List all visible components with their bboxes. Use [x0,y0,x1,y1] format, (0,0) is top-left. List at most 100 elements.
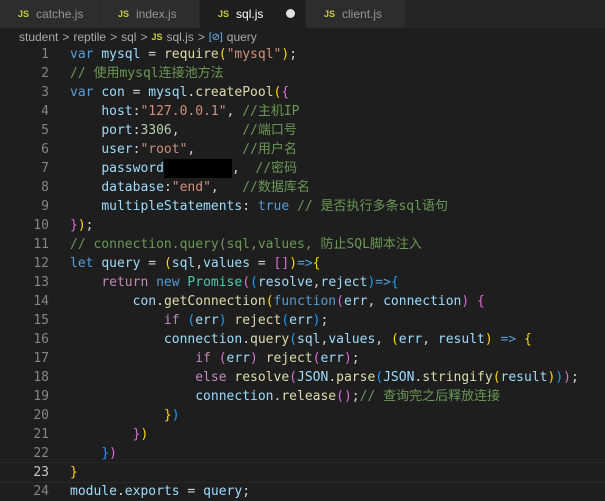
code-token: , [187,142,243,157]
chevron-right-icon: > [62,30,70,44]
code-token: => [500,332,517,347]
code-token: "end" [171,180,211,195]
code-token: ) [289,256,298,271]
code-token: result [500,370,548,385]
code-token: . [328,370,337,385]
code-line: 13 return new Promise((resolve,reject)=>… [0,273,605,292]
code-token: => [375,275,391,290]
code-token: ) [343,351,352,366]
code-line: 8 database:"end", //数据库名 [0,178,605,197]
code-token: { [524,332,532,347]
code-token: ( [242,275,251,290]
code-token: ; [570,370,579,385]
line-number: 8 [41,180,49,195]
line-number: 9 [41,199,49,214]
code-token: user [101,142,133,157]
code-text: port:3306, //端口号 [70,121,297,140]
code-token: err [226,351,251,366]
code-token: var [70,47,102,62]
code-token: ; [351,389,360,404]
code-token: port [101,123,133,138]
code-token: => [297,256,313,271]
breadcrumb-student[interactable]: student [19,30,58,44]
code-token: . [156,294,164,309]
code-token: } [101,446,110,461]
code-token: //用户名 [242,142,297,157]
code-token: values [328,332,376,347]
code-text: password, //密码 [70,159,297,178]
tab-client-js[interactable]: JS client.js [306,0,405,28]
breadcrumb-sql[interactable]: sql [121,30,136,44]
code-token: , [171,123,243,138]
code-text: connection.query(sql,values, (err, resul… [70,330,532,349]
code-token: reject [320,275,368,290]
code-text: con.getConnection(function(err, connecti… [70,292,485,311]
line-number: 16 [33,332,49,347]
code-token: // 使用mysql连接池方法 [70,66,224,81]
code-token: function [273,294,337,309]
code-line: 6 user:"root", //用户名 [0,140,605,159]
code-text: } [70,463,78,482]
tab-sql-js[interactable]: JS sql.js [200,0,305,28]
code-token: err [195,313,219,328]
code-token: return [101,275,157,290]
code-token: connection [383,294,462,309]
code-text: var con = mysql.createPool({ [70,83,289,102]
tab-catche-js[interactable]: JS catche.js [0,0,99,28]
code-token: ) [140,427,149,442]
code-token: "root" [140,142,188,157]
code-token: ( [265,294,274,309]
code-text: connection.release();// 查询完之后释放连接 [70,387,500,406]
code-token: ( [492,370,501,385]
code-token: connection [163,332,243,347]
line-number: 12 [33,256,49,271]
code-token: mysql [148,85,188,100]
code-line: 9 multipleStatements: true // 是否执行多条sql语… [0,197,605,216]
breadcrumb: student > reptile > sql > JS sql.js > [⊘] qu… [0,28,605,46]
code-token: exports [124,484,180,499]
breadcrumb-reptile[interactable]: reptile [73,30,106,44]
code-token: , [312,275,321,290]
code-text: }); [70,216,93,235]
line-number: 24 [33,484,49,499]
code-line: 11 // connection.query(sql,values, 防止SQL脚… [0,235,605,254]
line-number: 10 [33,218,49,233]
code-line: 21 }) [0,425,605,444]
code-token: ) [250,351,258,366]
breadcrumb-file[interactable]: sql.js [166,30,193,44]
tab-index-js[interactable]: JS index.js [100,0,199,28]
code-line: 18 else resolve(JSON.parse(JSON.stringif… [0,368,605,387]
chevron-right-icon: > [140,30,148,44]
code-token: [] [273,256,290,271]
code-token: ( [218,47,227,62]
code-token: ) [281,47,290,62]
unsaved-dot-icon[interactable] [286,9,295,18]
code-token: ) [484,332,493,347]
code-line: 14 con.getConnection(function(err, conne… [0,292,605,311]
code-text: // connection.query(sql,values, 防止SQL脚本注… [70,235,422,254]
js-icon: JS [151,32,163,42]
code-token: release [281,389,337,404]
line-number: 7 [41,161,49,176]
js-icon: JS [118,9,130,19]
code-line: 20 }) [0,406,605,425]
breadcrumb-symbol[interactable]: query [227,30,257,44]
code-token: createPool [195,85,274,100]
code-token: { [281,85,290,100]
code-token: query [101,256,141,271]
code-token: //端口号 [242,123,297,138]
code-token: ( [336,294,344,309]
line-number: 21 [33,427,49,442]
code-token: . [116,484,125,499]
line-number: 1 [41,47,49,62]
code-token: = [140,47,164,62]
code-token: , [231,161,256,176]
code-editor[interactable]: 1 var mysql = require("mysql"); 2// 使用mysq… [0,45,605,501]
